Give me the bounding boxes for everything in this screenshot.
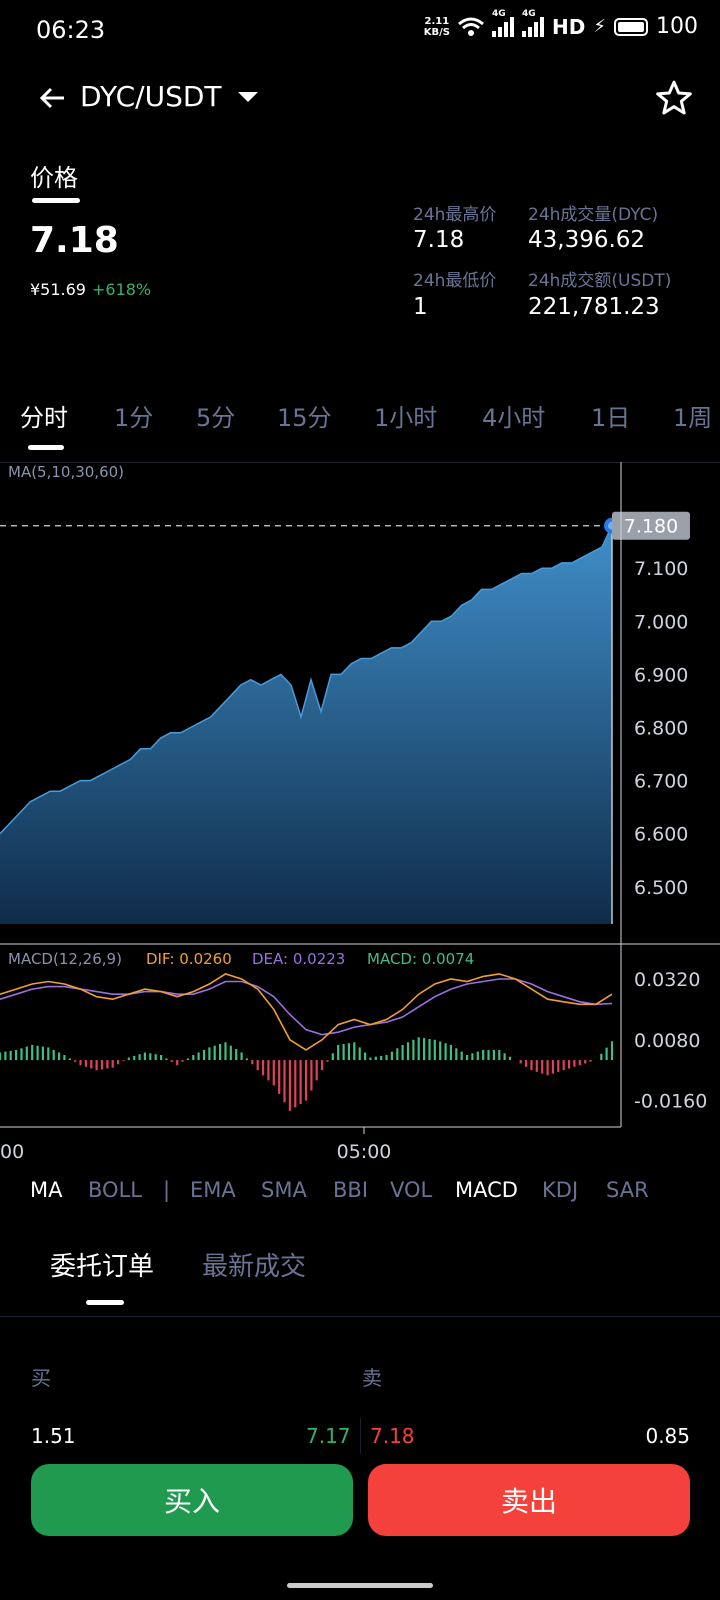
price-tab[interactable]: 价格 bbox=[30, 158, 78, 193]
last-price: 7.18 bbox=[30, 220, 119, 261]
y-tick-label: 7.100 bbox=[634, 558, 688, 580]
back-arrow-icon[interactable] bbox=[38, 86, 66, 110]
tab-trades[interactable]: 最新成交 bbox=[202, 1246, 306, 1283]
pair-selector[interactable]: DYC/USDT bbox=[80, 80, 258, 113]
price-area bbox=[0, 525, 612, 924]
home-indicator[interactable] bbox=[287, 1583, 433, 1588]
charging-icon: ⚡ bbox=[593, 16, 606, 37]
y-tick-label: 7.000 bbox=[634, 611, 688, 633]
wifi-icon bbox=[458, 17, 484, 36]
ma-legend: MA(5,10,30,60) bbox=[8, 463, 124, 481]
y-tick-label: 6.700 bbox=[634, 771, 688, 793]
high-label: 24h最高价 bbox=[413, 205, 497, 225]
tab-4h[interactable]: 4小时 bbox=[482, 398, 545, 433]
x-tick-label: 05:00 bbox=[337, 1141, 392, 1162]
macd-tick-label: -0.0160 bbox=[634, 1091, 707, 1113]
price-chart[interactable]: MA(5,10,30,60) 6.500 6.600 6.700 6.800 6.900… bbox=[0, 462, 720, 1162]
tab-1h[interactable]: 1小时 bbox=[374, 398, 437, 433]
tab-1w[interactable]: 1周 bbox=[673, 398, 720, 433]
indicator-boll[interactable]: BOLL bbox=[88, 1178, 142, 1202]
macd-legend: MACD(12,26,9) DIF: 0.0260 DEA: 0.0223 MA… bbox=[8, 950, 474, 968]
ask-quantity: 0.85 bbox=[645, 1424, 690, 1448]
status-time: 06:23 bbox=[36, 16, 106, 44]
status-icons: 2.11 KB/S 4G 4G HD ⚡ 100 bbox=[423, 9, 698, 40]
price-cny-row: ¥51.69 +618% bbox=[30, 280, 151, 299]
volume-value: 43,396.62 bbox=[528, 227, 646, 253]
battery-icon bbox=[614, 17, 648, 36]
dea-line bbox=[0, 978, 613, 1036]
buy-button[interactable]: 买入 bbox=[31, 1464, 353, 1536]
timeframe-indicator bbox=[28, 445, 64, 450]
network-speed: 2.11 KB/S bbox=[423, 15, 451, 38]
volume-label: 24h成交量(DYC) bbox=[528, 205, 659, 225]
tab-1m[interactable]: 1分 bbox=[114, 398, 153, 433]
orderbook-tab-indicator bbox=[86, 1300, 124, 1305]
status-bar: 06:23 2.11 KB/S 4G 4G HD ⚡ 100 bbox=[0, 0, 720, 60]
macd-tick-label: 0.0080 bbox=[634, 1030, 700, 1052]
low-label: 24h最低价 bbox=[413, 271, 497, 291]
tab-1d[interactable]: 1日 bbox=[591, 398, 630, 433]
tab-15m[interactable]: 15分 bbox=[277, 398, 332, 433]
price-cny: ¥51.69 bbox=[30, 280, 86, 299]
signal-1: 4G bbox=[492, 9, 515, 37]
indicator-macd[interactable]: MACD bbox=[455, 1178, 518, 1202]
price-change: +618% bbox=[91, 280, 152, 299]
price-tab-indicator bbox=[32, 198, 80, 203]
bid-price: 7.17 bbox=[306, 1424, 351, 1448]
dif-line bbox=[0, 973, 613, 1051]
high-value: 7.18 bbox=[413, 227, 465, 253]
indicator-ema[interactable]: EMA bbox=[190, 1178, 236, 1202]
bid-quantity: 1.51 bbox=[31, 1424, 76, 1448]
amount-value: 221,781.23 bbox=[528, 294, 660, 320]
tab-orders[interactable]: 委托订单 bbox=[50, 1246, 154, 1283]
star-icon[interactable] bbox=[654, 78, 694, 118]
indicator-separator: | bbox=[163, 1178, 171, 1202]
sell-column-label: 卖 bbox=[362, 1366, 382, 1390]
y-tick-label: 6.600 bbox=[634, 824, 688, 846]
x-tick-label: 00 bbox=[0, 1141, 24, 1162]
y-tick-label: 6.500 bbox=[634, 877, 688, 899]
y-tick-label: 6.800 bbox=[634, 718, 688, 740]
low-value: 1 bbox=[413, 294, 428, 320]
macd-legend-dea: DEA: 0.0223 bbox=[252, 950, 345, 968]
macd-legend-macd: MACD: 0.0074 bbox=[367, 950, 474, 968]
orderbook-divider bbox=[360, 1418, 361, 1454]
macd-legend-dif: DIF: 0.0260 bbox=[146, 950, 232, 968]
chevron-down-icon bbox=[237, 91, 258, 102]
sell-button[interactable]: 卖出 bbox=[368, 1464, 690, 1536]
ask-price: 7.18 bbox=[370, 1424, 415, 1448]
y-tick-label: 6.900 bbox=[634, 664, 688, 686]
indicator-bbi[interactable]: BBI bbox=[333, 1178, 368, 1202]
indicator-sma[interactable]: SMA bbox=[261, 1178, 307, 1202]
amount-label: 24h成交额(USDT) bbox=[528, 271, 672, 291]
battery-level: 100 bbox=[656, 14, 698, 39]
signal-2: 4G bbox=[522, 9, 545, 37]
hd-badge: HD bbox=[552, 14, 586, 39]
tab-timeshare[interactable]: 分时 bbox=[20, 398, 68, 433]
divider bbox=[0, 1316, 720, 1317]
last-price-tag-text: 7.180 bbox=[624, 516, 678, 538]
macd-legend-name: MACD(12,26,9) bbox=[8, 950, 122, 968]
tab-5m[interactable]: 5分 bbox=[196, 398, 235, 433]
buy-column-label: 买 bbox=[31, 1366, 51, 1390]
indicator-kdj[interactable]: KDJ bbox=[542, 1178, 578, 1202]
signal-bars-icon bbox=[522, 16, 545, 37]
macd-tick-label: 0.0320 bbox=[634, 969, 700, 991]
pair-name: DYC/USDT bbox=[80, 80, 222, 113]
indicator-sar[interactable]: SAR bbox=[606, 1178, 649, 1202]
indicator-vol[interactable]: VOL bbox=[390, 1178, 432, 1202]
signal-bars-icon bbox=[492, 16, 515, 37]
indicator-ma[interactable]: MA bbox=[30, 1178, 62, 1202]
